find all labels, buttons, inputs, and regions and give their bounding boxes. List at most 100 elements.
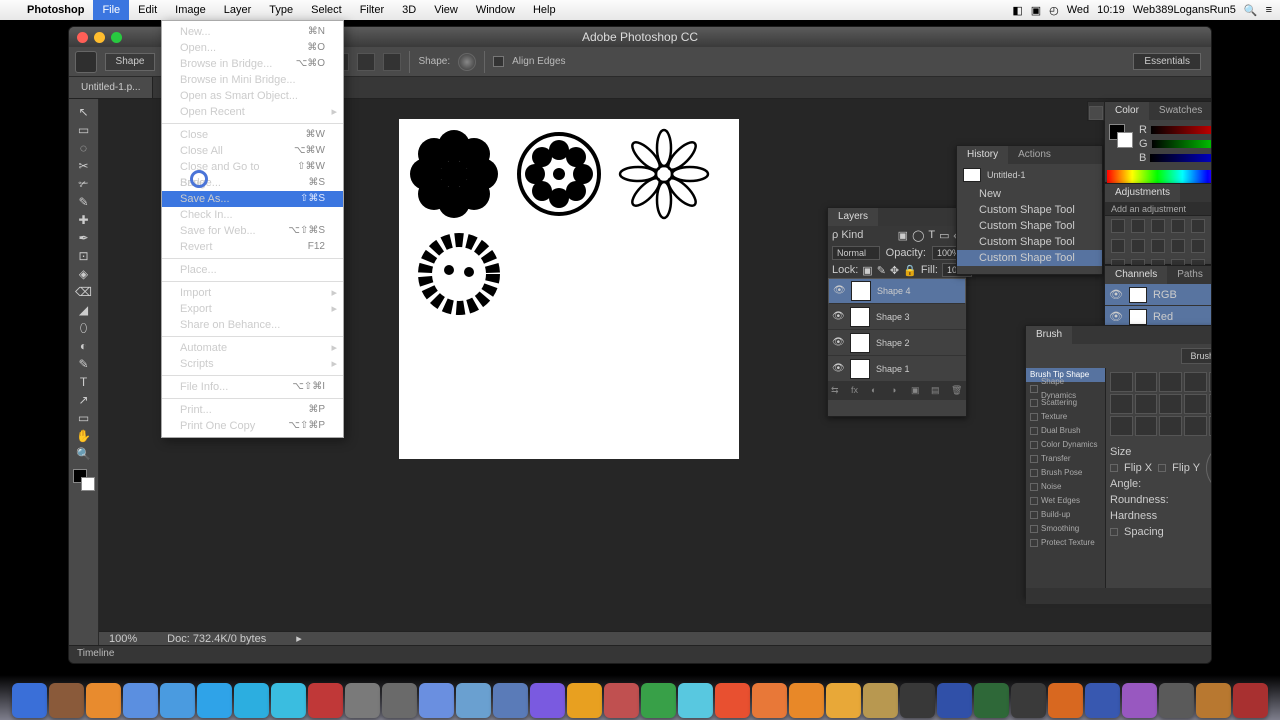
dock-app-icon[interactable] xyxy=(1011,683,1046,718)
pen-tool[interactable]: ✎ xyxy=(72,355,96,373)
brush-preset-cell[interactable] xyxy=(1135,372,1158,392)
lock-icon[interactable]: 🔒 xyxy=(903,264,917,277)
adjustment-icon[interactable]: ◑ xyxy=(891,385,903,397)
color-tab[interactable]: Color xyxy=(1105,102,1149,120)
file-menu-item[interactable]: Open as Smart Object... xyxy=(162,88,343,104)
shape-mode-select[interactable]: Shape xyxy=(105,53,155,71)
layer-filter-icon[interactable]: ▭ xyxy=(939,229,949,242)
panel-icon[interactable] xyxy=(1089,106,1103,120)
file-menu-item[interactable]: Browse in Mini Bridge... xyxy=(162,72,343,88)
dock-app-icon[interactable] xyxy=(826,683,861,718)
brush-preset-cell[interactable] xyxy=(1110,416,1133,436)
file-menu-item[interactable]: Save As...⇧⌘S xyxy=(162,191,343,207)
brush-preset-cell[interactable] xyxy=(1110,372,1133,392)
dock-app-icon[interactable] xyxy=(86,683,121,718)
dock-app-icon[interactable] xyxy=(1233,683,1268,718)
menubar-type[interactable]: Type xyxy=(260,0,302,20)
dock-app-icon[interactable] xyxy=(863,683,898,718)
path-select-tool[interactable]: ↗ xyxy=(72,391,96,409)
menubar-edit[interactable]: Edit xyxy=(129,0,166,20)
adjustment-icon[interactable] xyxy=(1211,259,1212,273)
menubar-select[interactable]: Select xyxy=(302,0,351,20)
dock-app-icon[interactable] xyxy=(493,683,528,718)
dock-app-icon[interactable] xyxy=(1122,683,1157,718)
brush-preset-cell[interactable] xyxy=(1159,372,1182,392)
stamp-tool[interactable]: ⊡ xyxy=(72,247,96,265)
brush-option[interactable]: Color Dynamics xyxy=(1026,438,1105,452)
brush-option[interactable]: Texture xyxy=(1026,410,1105,424)
menubar-help[interactable]: Help xyxy=(524,0,565,20)
brush-option[interactable]: Brush Pose xyxy=(1026,466,1105,480)
adjustment-icon[interactable] xyxy=(1171,219,1185,233)
history-row[interactable]: Custom Shape Tool xyxy=(957,202,1102,218)
history-row[interactable]: Custom Shape Tool xyxy=(957,218,1102,234)
menubar-3d[interactable]: 3D xyxy=(393,0,425,20)
brush-option[interactable]: Protect Texture xyxy=(1026,536,1105,550)
history-doc-name[interactable]: Untitled-1 xyxy=(987,170,1026,180)
file-menu-item[interactable]: Print One Copy⌥⇧⌘P xyxy=(162,418,343,434)
layers-tab[interactable]: Layers xyxy=(828,208,878,226)
brush-preset-cell[interactable] xyxy=(1135,416,1158,436)
history-tab[interactable]: History xyxy=(957,146,1008,164)
brush-preset-cell[interactable] xyxy=(1159,416,1182,436)
brush-option[interactable]: Smoothing xyxy=(1026,522,1105,536)
brush-option[interactable]: Build-up xyxy=(1026,508,1105,522)
brush-preset-cell[interactable] xyxy=(1184,416,1207,436)
heal-tool[interactable]: ✚ xyxy=(72,211,96,229)
dock-app-icon[interactable] xyxy=(271,683,306,718)
adjustment-icon[interactable] xyxy=(1171,239,1185,253)
channels-tab[interactable]: Channels xyxy=(1105,266,1167,284)
workspace-button[interactable]: Essentials xyxy=(1133,53,1201,70)
menubar-extra-icon[interactable]: ▣ xyxy=(1031,4,1041,17)
lasso-tool[interactable]: ◌ xyxy=(72,139,96,157)
history-row[interactable]: Custom Shape Tool xyxy=(957,250,1102,266)
custom-shape-picker[interactable] xyxy=(458,53,476,71)
layer-row[interactable]: 👁Shape 1 xyxy=(828,356,966,382)
adjustment-icon[interactable] xyxy=(1191,239,1205,253)
flipy-checkbox[interactable] xyxy=(1158,464,1166,472)
type-tool[interactable]: T xyxy=(72,373,96,391)
eye-icon[interactable]: 👁 xyxy=(832,311,844,322)
green-slider[interactable] xyxy=(1152,140,1212,148)
dock-app-icon[interactable] xyxy=(604,683,639,718)
channel-row[interactable]: 👁RGB⌘2 xyxy=(1105,284,1212,306)
brush-option[interactable]: Shape Dynamics xyxy=(1026,382,1105,396)
eyedropper-tool[interactable]: ✎ xyxy=(72,193,96,211)
menubar-extra-icon[interactable]: ◧ xyxy=(1012,4,1022,17)
spacing-checkbox[interactable] xyxy=(1110,528,1118,536)
dock-app-icon[interactable] xyxy=(123,683,158,718)
color-swatch[interactable] xyxy=(73,469,95,491)
brush-option[interactable]: Noise xyxy=(1026,480,1105,494)
brush-preset-cell[interactable] xyxy=(1184,394,1207,414)
dock-app-icon[interactable] xyxy=(715,683,750,718)
dodge-tool[interactable]: ◐ xyxy=(72,337,96,355)
timeline-panel-tab[interactable]: Timeline xyxy=(69,645,1211,663)
dock-app-icon[interactable] xyxy=(160,683,195,718)
dock-app-icon[interactable] xyxy=(900,683,935,718)
eye-icon[interactable]: 👁 xyxy=(832,337,844,348)
menubar-file[interactable]: File xyxy=(93,0,129,20)
layer-filter-icon[interactable]: T xyxy=(928,229,935,241)
dock-app-icon[interactable] xyxy=(530,683,565,718)
dock-app-icon[interactable] xyxy=(197,683,232,718)
eye-icon[interactable]: 👁 xyxy=(1109,310,1123,323)
dock-app-icon[interactable] xyxy=(937,683,972,718)
blur-tool[interactable]: ⬯ xyxy=(72,319,96,337)
file-menu-item[interactable]: Close⌘W xyxy=(162,127,343,143)
color-swatch-panel[interactable] xyxy=(1109,124,1133,148)
flipx-checkbox[interactable] xyxy=(1110,464,1118,472)
layer-filter-icon[interactable]: ▣ xyxy=(898,229,908,242)
path-align-icon[interactable] xyxy=(357,53,375,71)
adjustments-tab[interactable]: Adjustments xyxy=(1105,184,1180,202)
new-layer-icon[interactable]: ▤ xyxy=(931,385,943,397)
file-menu-item[interactable]: Browse in Bridge...⌥⌘O xyxy=(162,56,343,72)
adjustment-icon[interactable] xyxy=(1211,239,1212,253)
menubar-user[interactable]: Web389LogansRun5 xyxy=(1133,4,1236,16)
collapsed-panel-strip[interactable] xyxy=(1087,101,1105,121)
brush-presets-button[interactable]: Brush Presets xyxy=(1181,348,1212,364)
file-menu-item[interactable]: Close All⌥⌘W xyxy=(162,143,343,159)
menubar-extra-icon[interactable]: ◴ xyxy=(1049,4,1059,17)
adjustment-icon[interactable] xyxy=(1131,219,1145,233)
brush-preset-cell[interactable] xyxy=(1184,372,1207,392)
layer-row[interactable]: 👁Shape 3 xyxy=(828,304,966,330)
